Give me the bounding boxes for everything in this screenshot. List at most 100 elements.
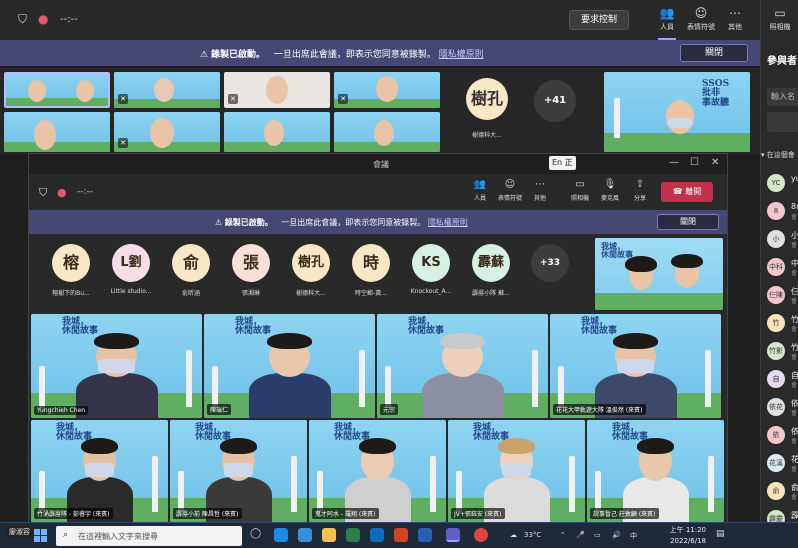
reactions-button[interactable]: ☺ 表情符號 (684, 6, 718, 32)
leave-button[interactable]: ☎ 離開 (661, 182, 713, 202)
background-recording-banner: ⚠ 錄製已啟動。 一旦出席此會議，即表示您同意被錄製。 隱私權原則 關閉 (0, 40, 760, 66)
participant-face (76, 80, 94, 102)
people-button[interactable]: 👥 人員 (650, 6, 684, 40)
tray-chevron-icon[interactable]: ⌃ (560, 531, 566, 539)
participant-row[interactable]: 中科中會 (767, 256, 798, 278)
shield-icon: ⛉ (18, 12, 28, 26)
people-button[interactable]: 👥 人員 (465, 179, 495, 202)
participant-avatar[interactable]: 張 (232, 244, 270, 282)
video-tile[interactable]: 我城， 休閒故事 竹涌霹靂隊 - 彭睿宇 (來賓) (31, 420, 168, 522)
participant-row[interactable]: 竹影竹會 (767, 340, 798, 362)
volume-icon[interactable]: 🔊 (612, 531, 621, 539)
participants-search-input[interactable]: 輸入名 (767, 88, 798, 106)
camera-button[interactable]: ▭ 照相機 (763, 6, 797, 32)
excel-icon[interactable] (346, 528, 360, 542)
participant-avatar[interactable]: 榕 (52, 244, 90, 282)
share-button[interactable]: ⇪ 分享 (625, 179, 655, 202)
more-participants-button[interactable]: +33 (531, 244, 569, 282)
camera-button[interactable]: ▭ 照相機 (565, 179, 595, 202)
microphone-button[interactable]: 🎙 麥克風 (595, 179, 625, 202)
video-tile[interactable] (4, 112, 110, 152)
mail-icon[interactable] (370, 528, 384, 542)
video-tile[interactable]: 我城， 休閒故事 Yungchieh Chen (31, 314, 202, 418)
powerpoint-icon[interactable] (394, 528, 408, 542)
video-tile[interactable]: ✕ (224, 72, 330, 108)
invite-box[interactable] (767, 112, 798, 132)
teams-icon[interactable] (446, 528, 460, 542)
video-tile[interactable]: 我城， 休閒故事 說事暫己 莊敦顧 (來賓) (587, 420, 724, 522)
ime-toolbar[interactable]: En 正 (549, 156, 576, 170)
participant-avatar[interactable]: 樹孔 (292, 244, 330, 282)
host-video-tile[interactable]: SSOS 批非 事故聽 (604, 72, 750, 152)
recording-close-button[interactable]: 關閉 (657, 214, 719, 230)
minimize-icon[interactable]: — (669, 157, 679, 168)
privacy-link[interactable]: 隱私權原則 (428, 218, 468, 227)
chrome-icon[interactable] (474, 528, 488, 542)
more-button[interactable]: ⋯ 其他 (718, 6, 752, 32)
participant-name-tag: 花花大甲軌遊大隊 溫俊然 (來賓) (553, 404, 646, 415)
word-icon[interactable] (418, 528, 432, 542)
video-tile[interactable]: 我城， 休閒故事 鬼才阿水 - 羅翔 (來賓) (309, 420, 446, 522)
video-tile[interactable]: 我城， 休閒故事 陳瑞仁 (204, 314, 375, 418)
participant-row[interactable]: 仨陳仨會 (767, 284, 798, 306)
video-tile[interactable]: 我城， 休閒故事 霹靂小前 陳昌哲 (來賓) (170, 420, 307, 522)
more-button[interactable]: ⋯ 其他 (525, 179, 555, 202)
video-tile[interactable]: ✕ (334, 72, 440, 108)
participant-avatar: 自 (767, 370, 785, 388)
participant-avatar[interactable]: L劉 (112, 244, 150, 282)
participant-row[interactable]: 花溪花會 (767, 452, 798, 474)
participant-avatar[interactable]: KS (412, 244, 450, 282)
participant-avatar[interactable]: 時 (352, 244, 390, 282)
close-icon[interactable]: ✕ (711, 157, 719, 168)
microphone-tray-icon[interactable]: 🎤 (576, 531, 585, 539)
video-tile[interactable] (4, 72, 110, 108)
request-control-button[interactable]: 要求控制 (569, 10, 629, 30)
section-header[interactable]: ▾ 在這個會 (761, 150, 795, 160)
leave-label: 離開 (685, 187, 702, 196)
video-tile[interactable]: ✕ (114, 112, 220, 152)
system-clock[interactable]: 上午 11:20 2022/6/18 (656, 525, 706, 547)
tower-illustration (708, 456, 714, 512)
maximize-icon[interactable]: ☐ (690, 157, 699, 168)
notification-icon[interactable]: ▤ (716, 529, 725, 539)
participant-row[interactable]: 俞俞會 (767, 480, 798, 502)
ime-indicator[interactable]: 中 (630, 531, 637, 541)
privacy-link[interactable]: 隱私權原則 (439, 50, 484, 60)
recording-close-button[interactable]: 關閉 (680, 44, 748, 62)
participant-row[interactable]: YC yu (767, 172, 798, 194)
search-icon: ⌕ (63, 530, 69, 540)
more-participants-button[interactable]: +41 (534, 80, 576, 122)
windows-start-icon[interactable] (34, 529, 47, 542)
store-icon[interactable] (298, 528, 312, 542)
edge-icon[interactable] (274, 528, 288, 542)
participant-row[interactable]: 8 8ε 會 (767, 200, 798, 222)
task-view-icon[interactable]: ◯ (250, 528, 261, 539)
record-icon: ● (57, 186, 67, 199)
video-tile[interactable]: 我城， 休閒故事 花花大甲軌遊大隊 溫俊然 (來賓) (550, 314, 721, 418)
video-tile[interactable]: 我城， 休閒故事 元宗 (377, 314, 548, 418)
video-tile[interactable]: 我城， 休閒故事 JV+張鈺安 (來賓) (448, 420, 585, 522)
participant-avatar-name: Little studio... (110, 288, 152, 295)
participant-avatar[interactable]: 霹蘇 (472, 244, 510, 282)
reactions-button[interactable]: ☺ 表情符號 (495, 179, 525, 202)
file-explorer-icon[interactable] (322, 528, 336, 542)
taskbar-search-input[interactable]: ⌕ 在這裡輸入文字來搜尋 (56, 526, 242, 546)
temperature[interactable]: 33°C (524, 531, 541, 539)
participant-row[interactable]: 自自會 (767, 368, 798, 390)
video-tile[interactable]: ✕ (114, 72, 220, 108)
video-tile[interactable] (334, 112, 440, 152)
participant-face (376, 76, 398, 102)
host-video-tile[interactable]: 我城， 休閒故事 (595, 238, 723, 310)
participant-avatar[interactable]: 樹孔 (466, 78, 508, 120)
participant-row[interactable]: 小小會 (767, 228, 798, 250)
weather-icon[interactable]: ☁ (510, 531, 517, 539)
emoji-icon: ☺ (504, 179, 516, 190)
participant-row[interactable]: 竹竹會 (767, 312, 798, 334)
tower-illustration (39, 471, 45, 512)
video-tile[interactable] (224, 112, 330, 152)
participant-row[interactable]: 依花依會 (767, 396, 798, 418)
participant-avatar[interactable]: 俞 (172, 244, 210, 282)
participant-row[interactable]: 依依會 (767, 424, 798, 446)
network-icon[interactable]: ▭ (594, 531, 601, 539)
tower-illustration (359, 350, 365, 407)
